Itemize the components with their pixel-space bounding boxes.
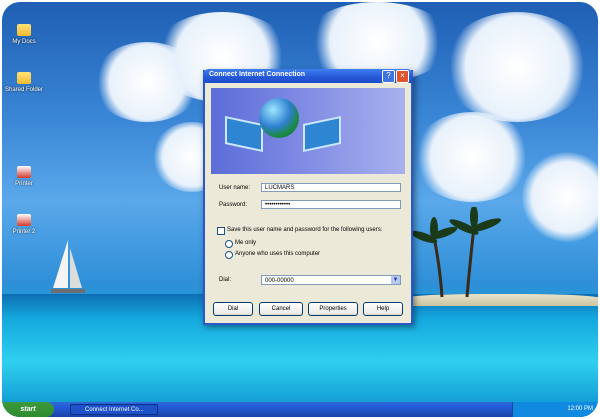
- cloud: [522, 152, 598, 242]
- desktop-icon-label: Printer: [15, 181, 33, 187]
- properties-button[interactable]: Properties: [308, 302, 358, 316]
- desktop-icon-label: Printer 2: [12, 229, 36, 235]
- desktop-icon-printer[interactable]: Printer: [4, 166, 44, 187]
- user-name-field[interactable]: LUCMARS: [261, 183, 401, 192]
- help-button[interactable]: Help: [363, 302, 403, 316]
- save-password-label: Save this user name and password for the…: [227, 227, 383, 233]
- globe-icon: [259, 98, 299, 138]
- desktop-icon-folder[interactable]: Shared Folder: [4, 72, 44, 93]
- system-tray: 12:00 PM: [512, 402, 598, 417]
- dial-button[interactable]: Dial: [213, 302, 253, 316]
- desktop-icon-folder[interactable]: My Docs: [4, 24, 44, 45]
- cloud: [442, 12, 592, 122]
- anyone-label: Anyone who uses this computer: [235, 251, 321, 257]
- dialog-banner: [211, 88, 405, 174]
- cancel-button[interactable]: Cancel: [259, 302, 303, 316]
- printer-icon: [17, 166, 31, 178]
- cloud: [412, 112, 532, 202]
- desktop-icon-printer[interactable]: Printer 2: [4, 214, 44, 235]
- save-password-checkbox[interactable]: [217, 227, 225, 235]
- anyone-radio[interactable]: [225, 251, 233, 259]
- me-only-radio[interactable]: [225, 240, 233, 248]
- dial-select[interactable]: 000-00000 ▼: [261, 275, 401, 285]
- user-name-label: User name:: [219, 185, 251, 191]
- folder-icon: [17, 72, 31, 84]
- desktop-screen: My Docs Shared Folder Printer Printer 2 …: [2, 2, 598, 417]
- chevron-down-icon[interactable]: ▼: [391, 276, 400, 284]
- dial-value: 000-00000: [265, 278, 294, 284]
- printer-icon: [17, 214, 31, 226]
- sailboat: [51, 240, 85, 293]
- monitor-icon: [303, 115, 341, 153]
- palm-trees: [412, 207, 502, 298]
- dialog-title: Connect Internet Connection: [209, 71, 306, 78]
- start-button[interactable]: start: [2, 402, 54, 417]
- close-icon[interactable]: ×: [396, 70, 409, 83]
- password-label: Password:: [219, 202, 248, 208]
- dial-label: Dial:: [219, 277, 232, 283]
- dialog-title-bar[interactable]: Connect Internet Connection ? ×: [203, 69, 413, 83]
- connect-dialog: Connect Internet Connection ? × User nam…: [203, 69, 413, 325]
- clock[interactable]: 12:00 PM: [567, 402, 593, 417]
- folder-icon: [17, 24, 31, 36]
- password-field[interactable]: ••••••••••••: [261, 200, 401, 209]
- monitor-icon: [225, 115, 263, 153]
- taskbar-item-connect[interactable]: Connect Internet Co...: [70, 404, 158, 415]
- desktop-icon-label: My Docs: [12, 39, 36, 45]
- taskbar: start Connect Internet Co... 12:00 PM: [2, 402, 598, 417]
- desktop-icon-label: Shared Folder: [4, 87, 44, 93]
- help-icon[interactable]: ?: [382, 70, 395, 83]
- me-only-label: Me only: [235, 240, 257, 246]
